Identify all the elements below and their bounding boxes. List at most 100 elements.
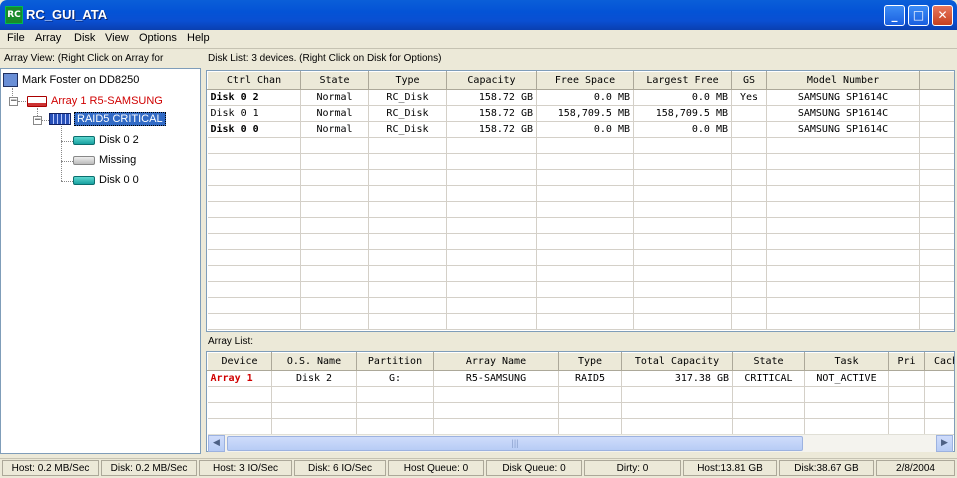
disk-cell — [368, 201, 447, 218]
tree-disk-missing[interactable]: Missing — [73, 154, 136, 166]
disk-cell — [207, 249, 301, 266]
disk-cell — [919, 281, 954, 298]
disk-cell — [446, 281, 537, 298]
menu-options[interactable]: Options — [139, 32, 177, 44]
disk-cell — [633, 297, 732, 314]
column-header[interactable]: Partition — [356, 352, 434, 371]
column-header[interactable]: State — [732, 352, 805, 371]
column-header[interactable]: Total Capacity — [621, 352, 733, 371]
tree-disk-02[interactable]: Disk 0 2 — [73, 134, 139, 146]
status-disk-size: Disk:38.67 GB — [779, 460, 874, 476]
column-header[interactable]: O.S. Name — [271, 352, 357, 371]
disk-row[interactable]: Disk 0 0 Normal RC_Disk 158.72 GB 0.0 MB 0.0 … — [207, 121, 954, 138]
tree-line — [61, 126, 62, 181]
tree-disk-00[interactable]: Disk 0 0 — [73, 174, 139, 186]
array-list-label: Array List: — [208, 336, 254, 347]
empty-row — [207, 386, 954, 403]
column-header[interactable]: Ctrl Chan — [207, 71, 301, 90]
disk-cell: 158.72 GB — [446, 89, 537, 106]
disk-cell — [731, 249, 767, 266]
column-header[interactable]: Type — [558, 352, 622, 371]
status-disk-queue: Disk Queue: 0 — [486, 460, 582, 476]
column-header[interactable]: Pri — [888, 352, 925, 371]
empty-row — [207, 185, 954, 202]
disk-cell — [766, 297, 920, 314]
menu-file[interactable]: File — [7, 32, 25, 44]
scroll-left-arrow-icon[interactable]: ◀ — [208, 435, 225, 452]
column-header[interactable]: Array Name — [433, 352, 559, 371]
title-bar[interactable]: RC RC_GUI_ATA _ □ ✕ — [0, 0, 957, 30]
tree-expander-icon[interactable]: − — [9, 97, 18, 106]
disk-cell — [731, 265, 767, 282]
disk-cell: SAMSUNG SP1614C — [766, 121, 920, 138]
disk-cell: 158.72 GB — [446, 121, 537, 138]
horizontal-scrollbar[interactable]: ◀ ||| ▶ — [208, 434, 953, 452]
disk-cell: 0.0 MB — [536, 121, 634, 138]
array-cell — [271, 402, 357, 419]
array-cell — [732, 418, 805, 435]
disk-cell — [300, 137, 369, 154]
column-header[interactable]: State — [300, 71, 369, 90]
empty-row — [207, 137, 954, 154]
array-tree[interactable]: Mark Foster on DD8250 − Array 1 R5-SAMSU… — [0, 68, 201, 454]
array-view-label: Array View: (Right Click on Array for — [4, 53, 164, 64]
disk-cell — [300, 281, 369, 298]
disk-cell — [731, 217, 767, 234]
menu-array[interactable]: Array — [35, 32, 61, 44]
maximize-button[interactable]: □ — [908, 5, 929, 26]
column-header[interactable]: Type — [368, 71, 447, 90]
disk-cell — [766, 281, 920, 298]
disk-cell — [919, 297, 954, 314]
minimize-button[interactable]: _ — [884, 5, 905, 26]
status-host-rate: Host: 0.2 MB/Sec — [2, 460, 99, 476]
column-header[interactable]: Largest Free — [633, 71, 732, 90]
array-cell — [271, 418, 357, 435]
tree-raid5[interactable]: RAID5 CRITICAL — [49, 112, 166, 126]
array-cell: RAID5 — [558, 370, 622, 387]
tree-host[interactable]: Mark Foster on DD8250 — [3, 73, 139, 87]
array-table-header: Device O.S. Name Partition Array Name Ty… — [207, 352, 954, 371]
column-header[interactable]: Model Number — [766, 71, 920, 90]
disk-cell: Normal — [300, 121, 369, 138]
array-cell — [433, 386, 559, 403]
disk-cell: 158,709.5 MB — [536, 105, 634, 122]
disk-cell — [536, 297, 634, 314]
disk-cell — [919, 233, 954, 250]
disk-cell — [766, 153, 920, 170]
disk-cell — [919, 249, 954, 266]
disk-icon — [73, 135, 95, 145]
disk-cell — [919, 185, 954, 202]
empty-row — [207, 217, 954, 234]
array-table: Device O.S. Name Partition Array Name Ty… — [207, 352, 954, 435]
disk-cell — [368, 313, 447, 330]
scroll-thumb[interactable]: ||| — [227, 436, 803, 451]
column-header[interactable]: Cach — [924, 352, 954, 371]
disk-row[interactable]: Disk 0 1 Normal RC_Disk 158.72 GB 158,709.5 … — [207, 105, 954, 122]
disk-row[interactable]: Disk 0 2 Normal RC_Disk 158.72 GB 0.0 MB 0.0 … — [207, 89, 954, 106]
tree-disk-label: Missing — [99, 154, 137, 166]
disk-list-grid[interactable]: Ctrl Chan State Type Capacity Free Space… — [206, 70, 955, 332]
close-button[interactable]: ✕ — [932, 5, 953, 26]
empty-row — [207, 201, 954, 218]
disk-cell — [731, 313, 767, 330]
column-header[interactable]: GS — [731, 71, 767, 90]
disk-cell — [633, 217, 732, 234]
menu-help[interactable]: Help — [187, 32, 210, 44]
column-header[interactable]: Free Space — [536, 71, 634, 90]
column-header[interactable]: Capacity — [446, 71, 537, 90]
array-cell — [804, 418, 889, 435]
array-row[interactable]: Array 1 Disk 2 G: R5-SAMSUNG RAID5 317.38 GB C… — [207, 370, 954, 387]
scroll-right-arrow-icon[interactable]: ▶ — [936, 435, 953, 452]
column-header[interactable]: Device — [207, 352, 272, 371]
menu-disk[interactable]: Disk — [74, 32, 95, 44]
disk-cell: Normal — [300, 89, 369, 106]
tree-array-1[interactable]: Array 1 R5-SAMSUNG — [27, 95, 163, 107]
disk-table: Ctrl Chan State Type Capacity Free Space… — [207, 71, 954, 330]
disk-cell — [207, 153, 301, 170]
column-header[interactable]: Task — [804, 352, 889, 371]
menu-view[interactable]: View — [105, 32, 129, 44]
menu-bar: File Array Disk View Options Help — [0, 30, 957, 49]
tree-expander-icon[interactable]: − — [33, 116, 42, 125]
disk-cell — [766, 169, 920, 186]
app-icon[interactable]: RC — [5, 6, 23, 24]
